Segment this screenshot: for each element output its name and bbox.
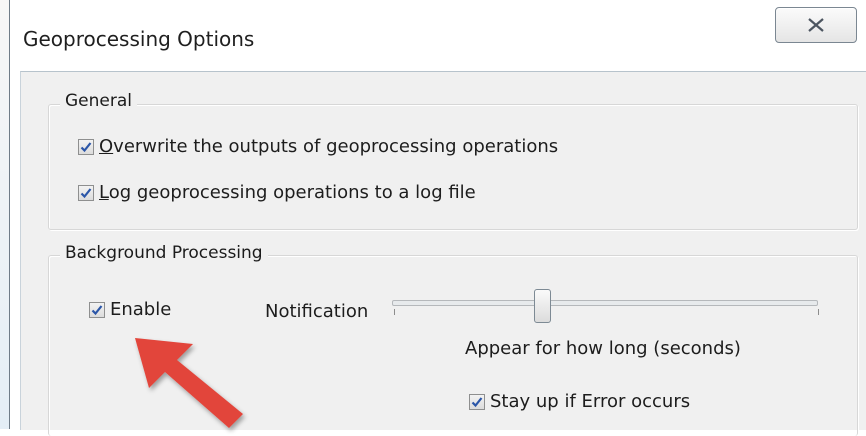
- notification-slider-thumb[interactable]: [534, 289, 551, 323]
- slider-tick: [818, 309, 819, 315]
- background-processing-legend: Background Processing: [60, 243, 268, 263]
- dialog-window: Geoprocessing Options General Overwrite …: [9, 0, 866, 436]
- general-groupbox: [48, 104, 858, 230]
- red-arrow-icon: [135, 338, 243, 428]
- checkmark-icon: [80, 187, 92, 198]
- checkmark-icon: [91, 304, 103, 315]
- checkmark-icon: [80, 141, 92, 152]
- overwrite-outputs-checkbox[interactable]: Overwrite the outputs of geoprocessing o…: [78, 136, 558, 157]
- checkmark-icon: [471, 396, 483, 407]
- log-to-file-checkbox[interactable]: Log geoprocessing operations to a log fi…: [78, 182, 476, 203]
- dialog-client-area: General Overwrite the outputs of geoproc…: [20, 71, 866, 436]
- notification-slider-track[interactable]: [392, 300, 818, 306]
- log-to-file-label: Log geoprocessing operations to a log fi…: [99, 182, 476, 203]
- close-button[interactable]: [775, 7, 857, 43]
- checkbox-box[interactable]: [78, 138, 94, 155]
- checkbox-box[interactable]: [469, 393, 485, 410]
- stay-up-on-error-checkbox[interactable]: Stay up if Error occurs: [469, 391, 690, 412]
- enable-label: Enable: [110, 299, 172, 320]
- overwrite-outputs-label: Overwrite the outputs of geoprocessing o…: [99, 136, 559, 157]
- close-icon: [808, 18, 824, 32]
- dialog-title: Geoprocessing Options: [23, 27, 255, 51]
- enable-checkbox[interactable]: Enable: [89, 299, 171, 320]
- general-legend: General: [60, 91, 137, 111]
- slider-tick: [394, 309, 395, 315]
- stay-up-on-error-label: Stay up if Error occurs: [490, 391, 691, 412]
- checkbox-box[interactable]: [89, 301, 105, 318]
- appear-duration-label: Appear for how long (seconds): [465, 338, 741, 359]
- notification-label: Notification: [265, 301, 369, 322]
- checkbox-box[interactable]: [78, 184, 94, 201]
